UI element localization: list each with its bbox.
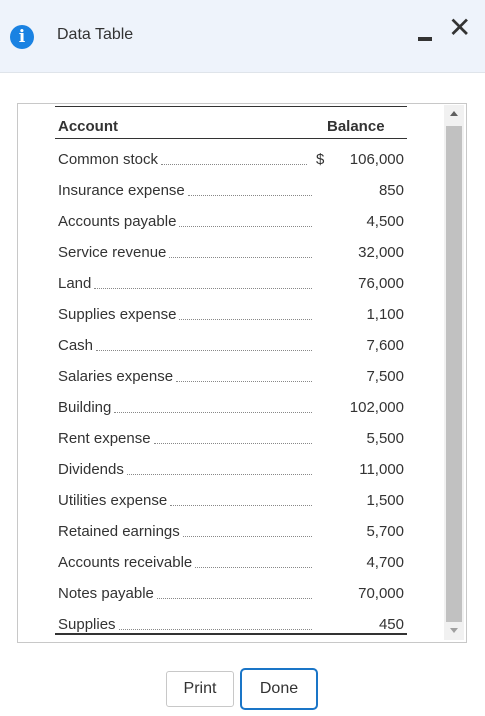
dialog-header: i Data Table ✕ — [0, 0, 485, 73]
leader-dots — [96, 348, 312, 351]
leader-dots — [154, 441, 312, 444]
balance-column-header: Balance — [327, 118, 385, 135]
account-name: Accounts receivable — [58, 554, 193, 571]
leader-dots — [119, 627, 312, 630]
account-name: Building — [58, 399, 112, 416]
table-row: Salaries expense 7,500 — [55, 367, 407, 398]
balance-value: 102,000 — [349, 399, 404, 416]
account-name: Utilities expense — [58, 492, 168, 509]
table-row: Common stock $106,000 — [55, 150, 407, 181]
dialog-title: Data Table — [57, 26, 134, 43]
leader-dots — [169, 255, 312, 258]
account-name: Supplies — [58, 616, 116, 633]
currency-symbol: $ — [316, 151, 325, 168]
account-name: Dividends — [58, 461, 124, 478]
table-row: Supplies 450 — [55, 615, 407, 646]
balance-value: 32,000 — [358, 244, 404, 261]
leader-dots — [170, 503, 312, 506]
account-name: Rent expense — [58, 430, 151, 447]
vertical-scrollbar[interactable] — [444, 105, 464, 640]
leader-dots — [114, 410, 312, 413]
account-name: Land — [58, 275, 92, 292]
leader-dots — [94, 286, 312, 289]
table-row: Cash 7,600 — [55, 336, 407, 367]
balance-value: 450 — [378, 616, 404, 633]
account-name: Common stock — [58, 151, 159, 168]
scroll-thumb[interactable] — [446, 126, 462, 622]
leader-dots — [176, 379, 312, 382]
close-icon[interactable]: ✕ — [448, 14, 471, 42]
account-name: Retained earnings — [58, 523, 180, 540]
table-row: Land 76,000 — [55, 274, 407, 305]
table-bottom-rule — [55, 633, 407, 635]
balance-value: 1,100 — [366, 306, 404, 323]
table-row: Service revenue 32,000 — [55, 243, 407, 274]
scroll-down-icon[interactable] — [450, 628, 458, 633]
account-name: Cash — [58, 337, 94, 354]
balance-value: 7,500 — [366, 368, 404, 385]
balance-value: 5,500 — [366, 430, 404, 447]
table-top-rule — [55, 106, 407, 107]
table-row: Notes payable 70,000 — [55, 584, 407, 615]
table-row: Accounts receivable 4,700 — [55, 553, 407, 584]
leader-dots — [157, 596, 312, 599]
account-name: Notes payable — [58, 585, 154, 602]
account-name: Accounts payable — [58, 213, 177, 230]
balance-value: 76,000 — [358, 275, 404, 292]
balance-value: 5,700 — [366, 523, 404, 540]
leader-dots — [127, 472, 312, 475]
done-button[interactable]: Done — [240, 668, 318, 710]
table-row: Accounts payable 4,500 — [55, 212, 407, 243]
leader-dots — [195, 565, 312, 568]
balance-value: 850 — [378, 182, 404, 199]
balance-value: 106,000 — [349, 151, 404, 168]
info-icon: i — [10, 25, 34, 49]
balance-value: 1,500 — [366, 492, 404, 509]
header-rule — [55, 138, 407, 139]
balance-value: 4,500 — [366, 213, 404, 230]
account-name: Insurance expense — [58, 182, 185, 199]
account-name: Service revenue — [58, 244, 167, 261]
account-name: Supplies expense — [58, 306, 177, 323]
table-row: Dividends 11,000 — [55, 460, 407, 491]
table-row: Retained earnings 5,700 — [55, 522, 407, 553]
minimize-icon[interactable] — [418, 37, 432, 41]
leader-dots — [179, 317, 312, 320]
leader-dots — [161, 162, 307, 165]
balance-value: 7,600 — [366, 337, 404, 354]
leader-dots — [179, 224, 312, 227]
leader-dots — [188, 193, 312, 196]
table-row: Supplies expense 1,100 — [55, 305, 407, 336]
account-column-header: Account — [58, 118, 118, 135]
leader-dots — [183, 534, 312, 537]
balance-value: 11,000 — [359, 461, 404, 478]
balance-value: 4,700 — [366, 554, 404, 571]
table-row: Insurance expense 850 — [55, 181, 407, 212]
table-row: Rent expense 5,500 — [55, 429, 407, 460]
account-name: Salaries expense — [58, 368, 174, 385]
table-row: Building 102,000 — [55, 398, 407, 429]
balance-value: 70,000 — [358, 585, 404, 602]
print-button[interactable]: Print — [166, 671, 234, 707]
table-row: Utilities expense 1,500 — [55, 491, 407, 522]
scroll-up-icon[interactable] — [450, 111, 458, 116]
